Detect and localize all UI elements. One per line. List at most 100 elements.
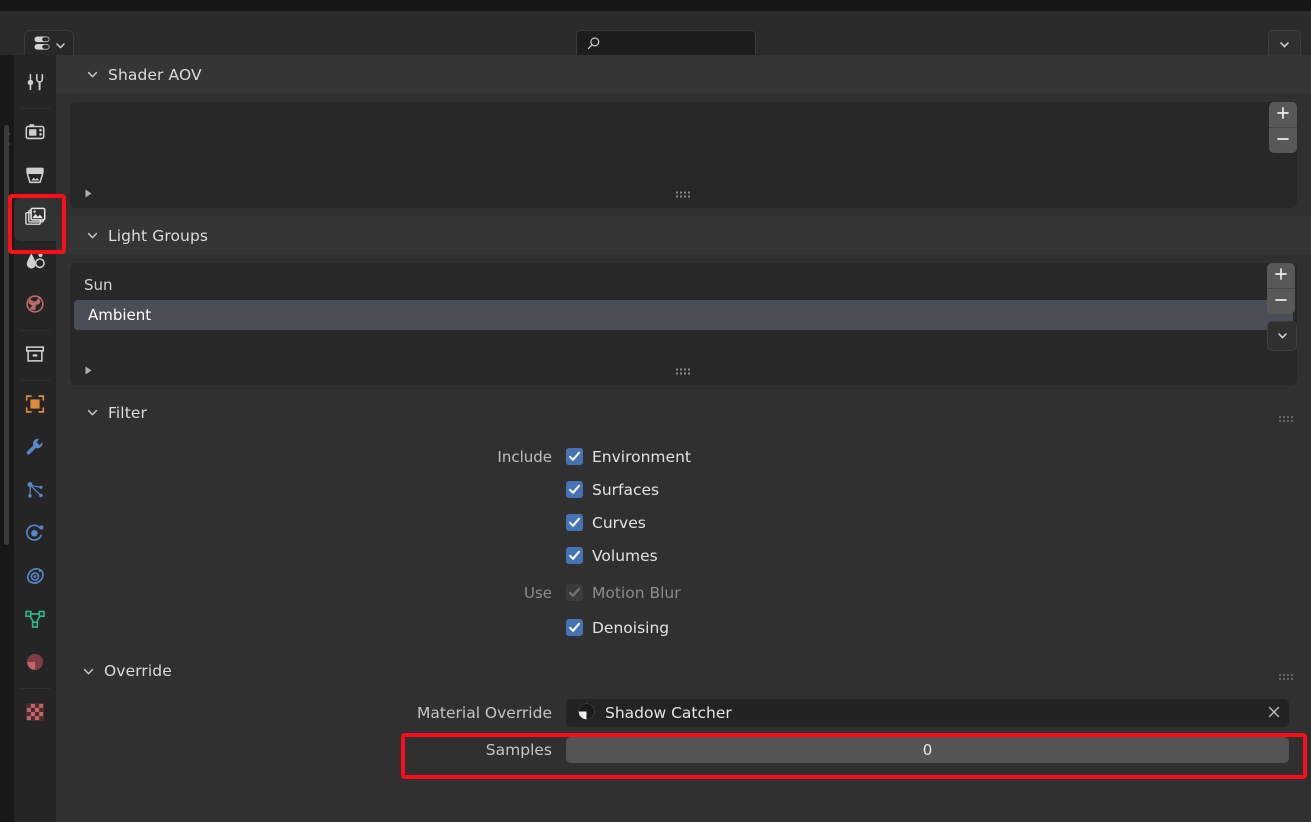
tab-separator bbox=[20, 380, 50, 381]
chevron-down-icon bbox=[82, 665, 95, 678]
sidebar-item-collection[interactable] bbox=[14, 334, 56, 377]
list-item[interactable]: Sun bbox=[70, 270, 1297, 300]
material-sphere-icon bbox=[24, 651, 46, 677]
sidebar-item-constraints[interactable] bbox=[14, 556, 56, 599]
chevron-down-icon bbox=[1278, 36, 1291, 55]
sidebar-item-object-data[interactable] bbox=[14, 599, 56, 642]
filter-row-environment: Include Environment bbox=[56, 440, 1311, 473]
grip-dots-icon[interactable] bbox=[676, 361, 692, 380]
tab-separator bbox=[20, 688, 50, 689]
checkbox-label-volumes: Volumes bbox=[592, 547, 658, 565]
panel-header-filter[interactable]: Filter bbox=[56, 393, 1311, 432]
samples-value-slider[interactable]: 0 bbox=[566, 737, 1289, 763]
sidebar-item-object[interactable] bbox=[14, 384, 56, 427]
world-globe-icon bbox=[24, 293, 46, 319]
object-square-icon bbox=[24, 393, 46, 419]
checkbox-label-curves: Curves bbox=[592, 514, 646, 532]
tool-screwdriver-wrench-icon bbox=[24, 71, 46, 97]
constraints-icon bbox=[24, 565, 46, 591]
checkbox-volumes[interactable] bbox=[566, 547, 583, 564]
sidebar-item-particles[interactable] bbox=[14, 470, 56, 513]
chevron-down-icon bbox=[86, 68, 99, 81]
material-override-field[interactable]: Shadow Catcher bbox=[566, 699, 1289, 727]
list-item-label: Sun bbox=[84, 276, 113, 294]
sidebar-item-render[interactable] bbox=[14, 112, 56, 155]
checkbox-label-motion-blur: Motion Blur bbox=[592, 584, 681, 602]
scene-cone-sphere-icon bbox=[24, 250, 46, 276]
collection-box-icon bbox=[24, 343, 46, 369]
filter-label-use: Use bbox=[56, 584, 566, 602]
blender-properties-editor: Shader AOV bbox=[0, 0, 1311, 822]
particles-icon bbox=[24, 479, 46, 505]
sidebar-item-physics[interactable] bbox=[14, 513, 56, 556]
remove-shader-aov-button[interactable] bbox=[1269, 127, 1297, 153]
checkbox-label-denoising: Denoising bbox=[592, 619, 669, 637]
checkbox-denoising[interactable] bbox=[566, 619, 583, 636]
filter-row-volumes: Volumes bbox=[56, 539, 1311, 572]
filter-row-denoising: Denoising bbox=[56, 611, 1311, 644]
plus-icon bbox=[1274, 266, 1288, 285]
shader-aov-list[interactable] bbox=[70, 102, 1297, 208]
sidebar-item-view-layer[interactable] bbox=[14, 198, 56, 241]
shader-aov-side-buttons bbox=[1269, 102, 1297, 153]
add-remove-group bbox=[1269, 102, 1297, 153]
sidebar-item-tool[interactable] bbox=[14, 62, 56, 105]
filter-row-curves: Curves bbox=[56, 506, 1311, 539]
override-samples-row: Samples 0 bbox=[56, 733, 1311, 767]
physics-orbit-icon bbox=[24, 522, 46, 548]
search-icon bbox=[586, 36, 601, 55]
sidebar-item-world[interactable] bbox=[14, 284, 56, 327]
checkbox-label-environment: Environment bbox=[592, 448, 691, 466]
add-remove-group bbox=[1267, 263, 1295, 314]
sidebar-item-texture[interactable] bbox=[14, 692, 56, 735]
light-groups-list-wrap: Sun Ambient bbox=[56, 255, 1311, 393]
material-sphere-icon bbox=[577, 702, 596, 725]
panel-title: Shader AOV bbox=[108, 66, 202, 84]
chevron-down-icon bbox=[86, 229, 99, 242]
minus-icon bbox=[1274, 292, 1288, 311]
panel-header-light-groups[interactable]: Light Groups bbox=[56, 216, 1311, 255]
triangle-right-icon[interactable] bbox=[84, 184, 93, 203]
modifiers-wrench-icon bbox=[24, 436, 46, 462]
sidebar-item-output[interactable] bbox=[14, 155, 56, 198]
sidebar-item-modifiers[interactable] bbox=[14, 427, 56, 470]
grip-dots-icon[interactable] bbox=[1279, 409, 1293, 417]
sidebar-item-material[interactable] bbox=[14, 642, 56, 685]
light-groups-list[interactable]: Sun Ambient bbox=[70, 263, 1297, 385]
shader-aov-list-footer bbox=[70, 178, 1297, 208]
panel-title: Light Groups bbox=[108, 227, 208, 245]
tab-separator bbox=[20, 330, 50, 331]
remove-light-group-button[interactable] bbox=[1267, 288, 1295, 314]
panel-header-override[interactable]: Override bbox=[56, 652, 1311, 690]
sidebar-item-scene[interactable] bbox=[14, 241, 56, 284]
checkbox-surfaces[interactable] bbox=[566, 481, 583, 498]
triangle-right-icon[interactable] bbox=[84, 361, 93, 380]
material-override-value: Shadow Catcher bbox=[605, 704, 732, 722]
render-camera-back-icon bbox=[24, 121, 46, 147]
vertical-scrollbar[interactable] bbox=[4, 125, 9, 545]
properties-editor-icon bbox=[32, 33, 52, 57]
list-item[interactable]: Ambient bbox=[74, 300, 1293, 330]
samples-value: 0 bbox=[923, 741, 933, 759]
samples-label: Samples bbox=[56, 741, 566, 759]
search-input[interactable] bbox=[601, 38, 783, 53]
plus-icon bbox=[1276, 105, 1290, 124]
add-shader-aov-button[interactable] bbox=[1269, 102, 1297, 127]
texture-checker-icon bbox=[24, 701, 46, 727]
checkbox-environment[interactable] bbox=[566, 448, 583, 465]
view-layer-images-icon bbox=[24, 206, 47, 233]
light-groups-specials-menu[interactable] bbox=[1267, 321, 1297, 351]
checkbox-curves[interactable] bbox=[566, 514, 583, 531]
grip-dots-icon[interactable] bbox=[1279, 667, 1293, 675]
chevron-down-icon bbox=[1276, 327, 1289, 346]
light-groups-side-buttons bbox=[1267, 263, 1297, 351]
chevron-down-icon bbox=[55, 36, 66, 55]
add-light-group-button[interactable] bbox=[1267, 263, 1295, 288]
checkbox-motion-blur[interactable] bbox=[566, 584, 583, 601]
clear-material-override-button[interactable] bbox=[1259, 699, 1289, 727]
region-edge-strip bbox=[0, 55, 14, 822]
panel-header-shader-aov[interactable]: Shader AOV bbox=[56, 55, 1311, 94]
properties-main-region: Shader AOV bbox=[56, 55, 1311, 822]
grip-dots-icon[interactable] bbox=[676, 184, 692, 203]
object-data-triangle-icon bbox=[24, 608, 46, 634]
